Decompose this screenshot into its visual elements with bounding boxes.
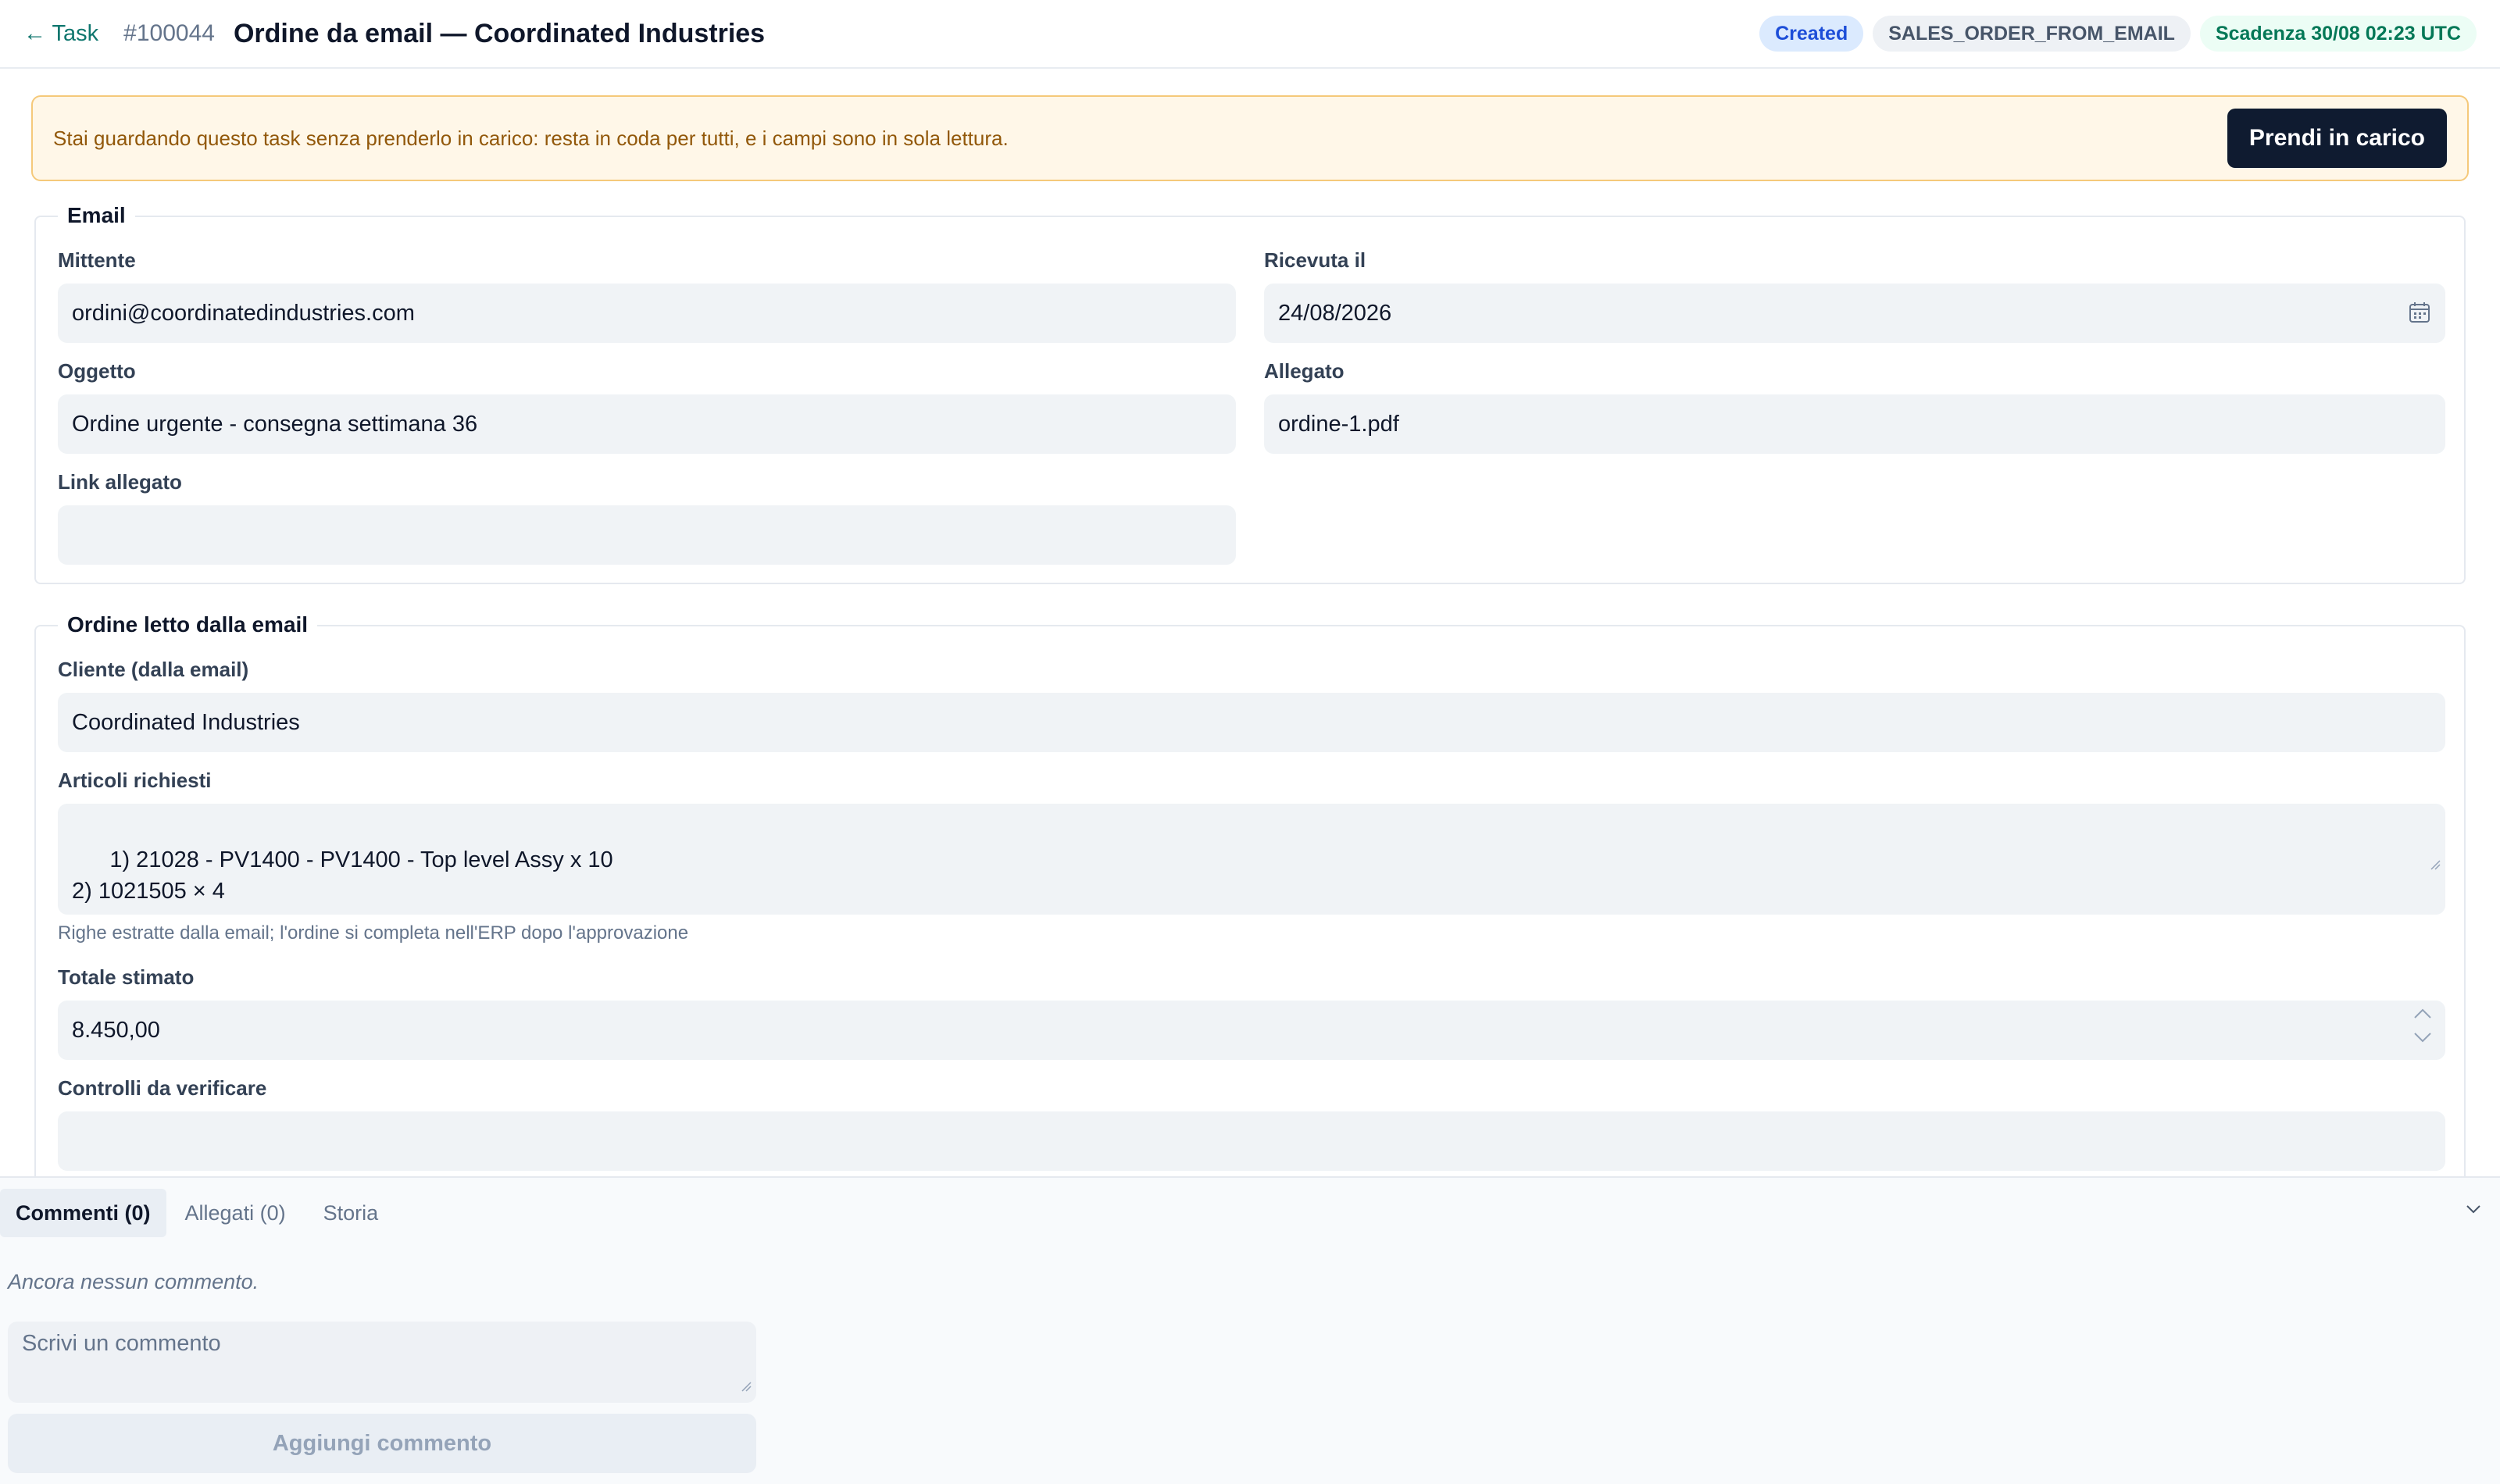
back-to-tasks-link[interactable]: ← Task — [23, 21, 98, 47]
decrement-icon[interactable] — [2412, 1029, 2433, 1046]
items-textarea[interactable]: 1) 21028 - PV1400 - PV1400 - Top level A… — [58, 804, 2445, 915]
items-value: 1) 21028 - PV1400 - PV1400 - Top level A… — [72, 847, 613, 904]
attachment-label: Allegato — [1264, 359, 1345, 383]
total-value: 8.450,00 — [72, 1017, 160, 1043]
subject-field[interactable]: Ordine urgente - consegna settimana 36 — [58, 394, 1236, 454]
checks-field[interactable] — [58, 1111, 2445, 1171]
header-badges: Created SALES_ORDER_FROM_EMAIL Scadenza … — [1759, 16, 2477, 52]
subject-label: Oggetto — [58, 359, 136, 383]
header: ← Task #100044 Ordine da email — Coordin… — [0, 0, 2500, 69]
tab-comments[interactable]: Commenti (0) — [0, 1189, 166, 1237]
task-type-badge: SALES_ORDER_FROM_EMAIL — [1873, 16, 2191, 52]
received-date-value: 24/08/2026 — [1278, 300, 1392, 326]
customer-field[interactable]: Coordinated Industries — [58, 693, 2445, 752]
due-date-badge: Scadenza 30/08 02:23 UTC — [2199, 16, 2477, 52]
received-date-field[interactable]: 24/08/2026 — [1264, 284, 2445, 343]
read-only-banner: Stai guardando questo task senza prender… — [31, 95, 2469, 181]
attachment-field[interactable]: ordine-1.pdf — [1264, 394, 2445, 454]
email-section-legend: Email — [58, 203, 135, 228]
comment-input[interactable]: Scrivi un commento — [8, 1322, 756, 1403]
empty-comments-text: Ancora nessun commento. — [8, 1270, 259, 1293]
checks-label: Controlli da verificare — [58, 1076, 267, 1100]
activity-panel: Commenti (0) Allegati (0) Storia Ancora … — [0, 1176, 2500, 1484]
total-field[interactable]: 8.450,00 — [58, 1001, 2445, 1060]
banner-text: Stai guardando questo task senza prender… — [53, 126, 1009, 150]
email-section: Email Mittente ordini@coordinatedindustr… — [34, 203, 2466, 584]
attachment-link-field[interactable] — [58, 505, 1236, 565]
number-spinner[interactable] — [2412, 1005, 2433, 1046]
sender-label: Mittente — [58, 248, 136, 272]
take-charge-button[interactable]: Prendi in carico — [2227, 109, 2447, 168]
activity-tabs: Commenti (0) Allegati (0) Storia — [0, 1189, 397, 1237]
tab-attachments[interactable]: Allegati (0) — [166, 1189, 305, 1237]
order-section: Ordine letto dalla email Cliente (dalla … — [34, 612, 2466, 1187]
order-section-legend: Ordine letto dalla email — [58, 612, 318, 637]
comment-placeholder: Scrivi un commento — [22, 1331, 221, 1356]
page-title: Ordine da email — Coordinated Industries — [233, 18, 766, 48]
sender-field[interactable]: ordini@coordinatedindustries.com — [58, 284, 1236, 343]
items-label: Articoli richiesti — [58, 769, 212, 792]
resize-grip-icon[interactable] — [2380, 816, 2441, 910]
received-date-label: Ricevuta il — [1264, 248, 1366, 272]
total-label: Totale stimato — [58, 965, 195, 989]
status-badge: Created — [1759, 16, 1864, 52]
customer-label: Cliente (dalla email) — [58, 658, 249, 681]
add-comment-button[interactable]: Aggiungi commento — [8, 1414, 756, 1473]
increment-icon[interactable] — [2412, 1005, 2433, 1022]
tab-history[interactable]: Storia — [305, 1189, 398, 1237]
resize-grip-icon[interactable] — [741, 1372, 752, 1398]
calendar-icon[interactable] — [2408, 301, 2431, 330]
items-hint: Righe estratte dalla email; l'ordine si … — [58, 922, 689, 944]
attachment-link-label: Link allegato — [58, 470, 182, 494]
chevron-down-icon[interactable] — [2464, 1203, 2483, 1219]
task-id: #100044 — [123, 20, 215, 46]
